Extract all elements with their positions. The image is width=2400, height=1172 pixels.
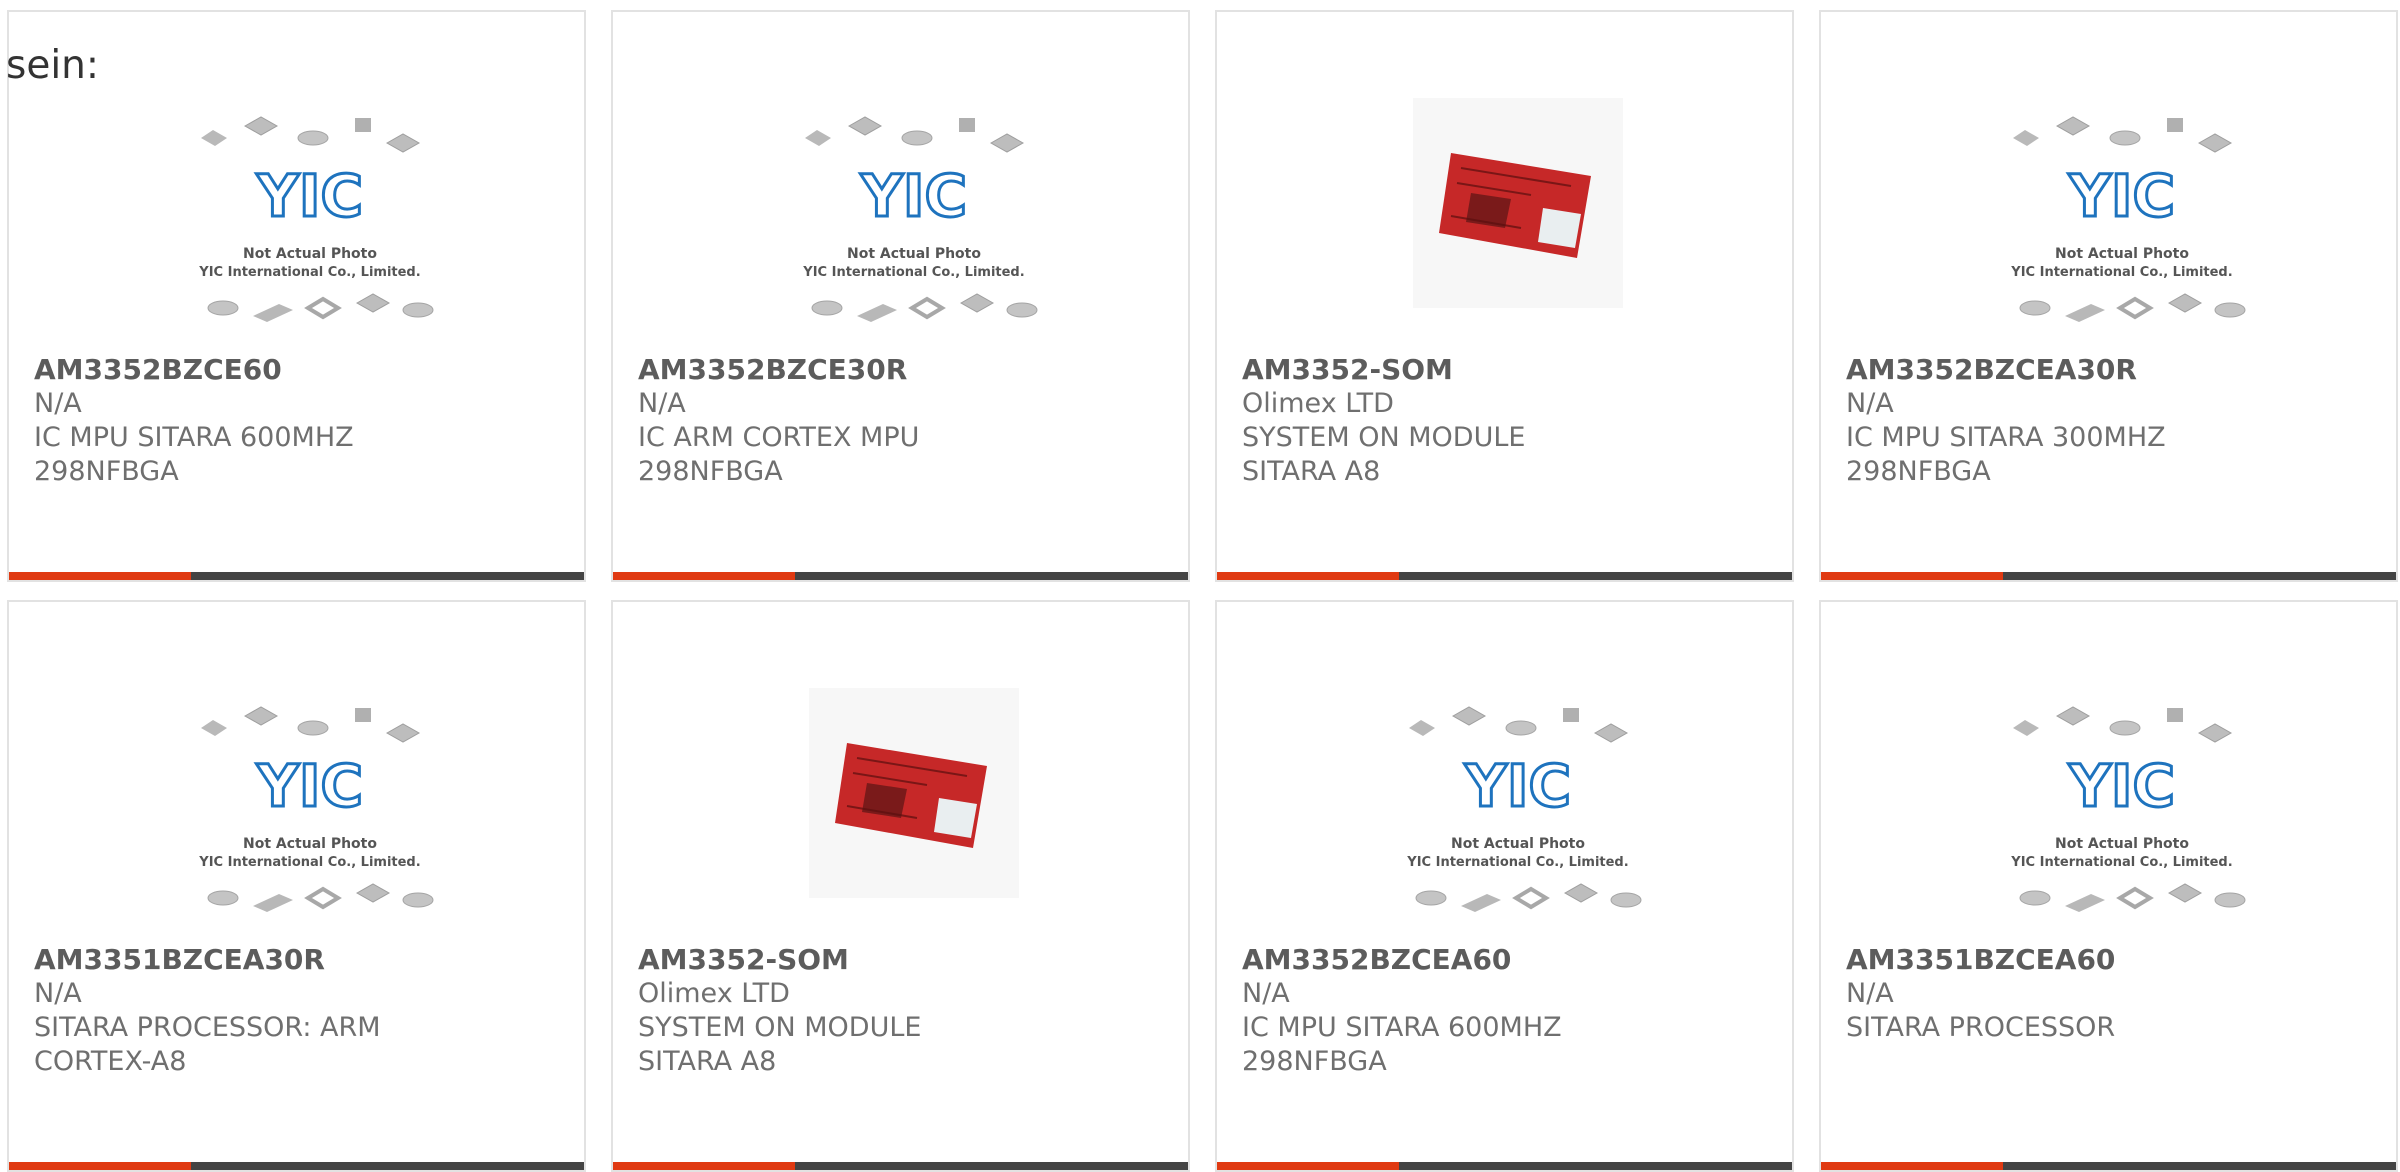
manufacturer: Olimex LTD (1242, 388, 1394, 419)
description: SYSTEM ON MODULE SITARA A8 (1242, 422, 1526, 487)
svg-text:YIC International Co., Limited: YIC International Co., Limited. (198, 855, 420, 870)
part-number[interactable]: AM3352-SOM (638, 943, 1158, 977)
board-photo-image (1413, 98, 1623, 308)
manufacturer: N/A (1242, 978, 1290, 1009)
part-number[interactable]: AM3352BZCEA60 (1242, 943, 1762, 977)
svg-text:Not Actual Photo: Not Actual Photo (243, 246, 377, 262)
svg-text:YIC: YIC (256, 162, 363, 230)
product-info: AM3352BZCE60 N/A IC MPU SITARA 600MHZ 29… (34, 353, 554, 489)
svg-text:Not Actual Photo: Not Actual Photo (243, 836, 377, 852)
card-footer-bar (613, 572, 1188, 580)
product-image[interactable]: YIC Not Actual Photo YIC International C… (1381, 688, 1655, 938)
card-footer-bar (1217, 1162, 1792, 1170)
product-info: AM3352-SOM Olimex LTD SYSTEM ON MODULE S… (638, 943, 1158, 1079)
card-footer-bar (1821, 572, 2396, 580)
card-footer-accent (9, 1162, 191, 1170)
part-number[interactable]: AM3352BZCEA30R (1846, 353, 2366, 387)
product-grid: YIC Not Actual Photo YIC International C… (7, 10, 2400, 1172)
product-info: AM3352-SOM Olimex LTD SYSTEM ON MODULE S… (1242, 353, 1762, 489)
card-footer-accent (1217, 1162, 1399, 1170)
description: SITARA PROCESSOR: ARM CORTEX-A8 (34, 1012, 381, 1077)
product-info: AM3352BZCE30R N/A IC ARM CORTEX MPU 298N… (638, 353, 1158, 489)
placeholder-logo-image: YIC Not Actual Photo YIC International C… (198, 116, 434, 322)
product-image[interactable]: YIC Not Actual Photo YIC International C… (1985, 98, 2259, 348)
leading-text: sein: (6, 43, 100, 88)
svg-text:YIC International Co., Limited: YIC International Co., Limited. (1406, 855, 1628, 870)
svg-text:YIC: YIC (1464, 752, 1571, 820)
part-number[interactable]: AM3351BZCEA60 (1846, 943, 2366, 977)
product-info: AM3352BZCEA30R N/A IC MPU SITARA 300MHZ … (1846, 353, 2366, 489)
product-info: AM3352BZCEA60 N/A IC MPU SITARA 600MHZ 2… (1242, 943, 1762, 1079)
part-number[interactable]: AM3352BZCE60 (34, 353, 554, 387)
product-card[interactable]: AM3352-SOM Olimex LTD SYSTEM ON MODULE S… (1215, 10, 1794, 582)
product-image[interactable] (1381, 98, 1655, 348)
product-card[interactable]: YIC Not Actual Photo YIC International C… (1215, 600, 1794, 1172)
card-footer-accent (1821, 1162, 2003, 1170)
description: SITARA PROCESSOR (1846, 1012, 2116, 1043)
manufacturer: Olimex LTD (638, 978, 790, 1009)
svg-text:YIC International Co., Limited: YIC International Co., Limited. (2010, 265, 2232, 280)
svg-text:YIC International Co., Limited: YIC International Co., Limited. (2010, 855, 2232, 870)
card-footer-accent (9, 572, 191, 580)
description: IC ARM CORTEX MPU 298NFBGA (638, 422, 920, 487)
card-footer-accent (613, 1162, 795, 1170)
card-footer-bar (1821, 1162, 2396, 1170)
svg-text:Not Actual Photo: Not Actual Photo (2055, 246, 2189, 262)
svg-text:Not Actual Photo: Not Actual Photo (847, 246, 981, 262)
product-info: AM3351BZCEA60 N/A SITARA PROCESSOR (1846, 943, 2366, 1045)
description: IC MPU SITARA 600MHZ 298NFBGA (1242, 1012, 1562, 1077)
product-image[interactable]: YIC Not Actual Photo YIC International C… (1985, 688, 2259, 938)
svg-text:Not Actual Photo: Not Actual Photo (1451, 836, 1585, 852)
part-number[interactable]: AM3351BZCEA30R (34, 943, 554, 977)
product-image[interactable] (777, 688, 1051, 938)
part-number[interactable]: AM3352BZCE30R (638, 353, 1158, 387)
product-image[interactable]: YIC Not Actual Photo YIC International C… (777, 98, 1051, 348)
card-footer-bar (613, 1162, 1188, 1170)
product-info: AM3351BZCEA30R N/A SITARA PROCESSOR: ARM… (34, 943, 554, 1079)
card-footer-accent (1821, 572, 2003, 580)
svg-text:Not Actual Photo: Not Actual Photo (2055, 836, 2189, 852)
product-card[interactable]: YIC Not Actual Photo YIC International C… (611, 10, 1190, 582)
placeholder-logo-image: YIC Not Actual Photo YIC International C… (802, 116, 1038, 322)
description: IC MPU SITARA 300MHZ 298NFBGA (1846, 422, 2166, 487)
part-number[interactable]: AM3352-SOM (1242, 353, 1762, 387)
product-card[interactable]: YIC Not Actual Photo YIC International C… (7, 600, 586, 1172)
product-card[interactable]: YIC Not Actual Photo YIC International C… (1819, 600, 2398, 1172)
card-footer-bar (9, 572, 584, 580)
description: IC MPU SITARA 600MHZ 298NFBGA (34, 422, 354, 487)
manufacturer: N/A (638, 388, 686, 419)
svg-text:YIC International Co., Limited: YIC International Co., Limited. (198, 265, 420, 280)
card-footer-accent (1217, 572, 1399, 580)
manufacturer: N/A (1846, 388, 1894, 419)
placeholder-logo-image: YIC Not Actual Photo YIC International C… (2010, 706, 2246, 912)
card-footer-bar (9, 1162, 584, 1170)
product-image[interactable]: YIC Not Actual Photo YIC International C… (173, 98, 447, 348)
card-footer-accent (613, 572, 795, 580)
product-card[interactable]: YIC Not Actual Photo YIC International C… (1819, 10, 2398, 582)
placeholder-logo-image: YIC Not Actual Photo YIC International C… (1406, 706, 1642, 912)
product-card[interactable]: AM3352-SOM Olimex LTD SYSTEM ON MODULE S… (611, 600, 1190, 1172)
svg-text:YIC: YIC (2068, 162, 2175, 230)
svg-text:YIC: YIC (860, 162, 967, 230)
product-image[interactable]: YIC Not Actual Photo YIC International C… (173, 688, 447, 938)
manufacturer: N/A (34, 978, 82, 1009)
manufacturer: N/A (34, 388, 82, 419)
manufacturer: N/A (1846, 978, 1894, 1009)
description: SYSTEM ON MODULE SITARA A8 (638, 1012, 922, 1077)
placeholder-logo-image: YIC Not Actual Photo YIC International C… (198, 706, 434, 912)
svg-text:YIC: YIC (256, 752, 363, 820)
card-footer-bar (1217, 572, 1792, 580)
svg-text:YIC: YIC (2068, 752, 2175, 820)
svg-text:YIC International Co., Limited: YIC International Co., Limited. (802, 265, 1024, 280)
board-photo-image (809, 688, 1019, 898)
placeholder-logo-image: YIC Not Actual Photo YIC International C… (2010, 116, 2246, 322)
